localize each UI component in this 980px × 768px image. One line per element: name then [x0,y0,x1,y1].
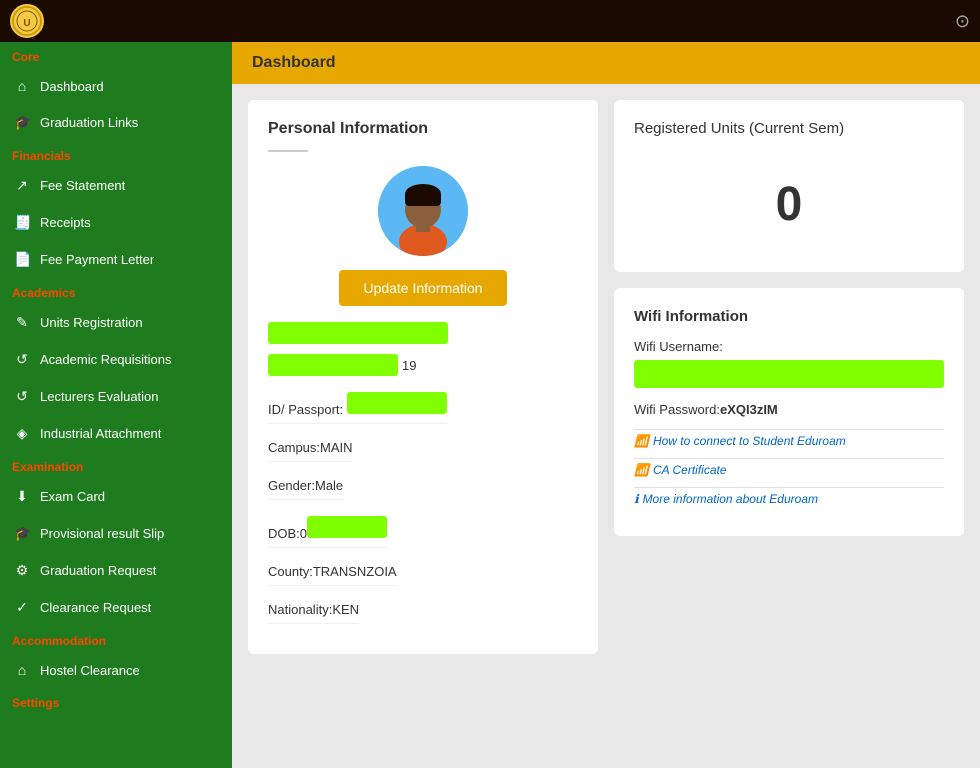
registered-units-value: 0 [634,157,944,252]
campus-value: MAIN [320,440,353,455]
sidebar-item-units-registration[interactable]: ✎ Units Registration [0,304,232,341]
dob-row: DOB:0 [268,510,387,548]
sidebar-item-exam-card[interactable]: ⬇ Exam Card [0,478,232,515]
nationality-value: KEN [332,602,359,617]
year-field: 19 [268,354,578,376]
wifi-password-row: Wifi Password:eXQI3zIM [634,402,944,417]
gender-label: Gender: [268,478,315,493]
wifi-title: Wifi Information [634,308,944,325]
id-passport-redacted [347,392,447,414]
sidebar-toggle-icon[interactable]: ⊙ [955,11,970,32]
divider2 [634,458,944,459]
county-label: County: [268,564,313,579]
wifi-signal-icon2: 📶 [634,463,649,477]
sidebar: Core ⌂ Dashboard 🎓 Graduation Links Fina… [0,42,232,768]
year-suffix: 19 [402,358,416,373]
main-layout: Core ⌂ Dashboard 🎓 Graduation Links Fina… [0,42,980,768]
sidebar-item-clearance-request[interactable]: ✓ Clearance Request [0,589,232,626]
dob-redacted [307,516,387,538]
edit-icon: ✎ [14,314,30,331]
attachment-icon: ◈ [14,425,30,442]
sidebar-item-dashboard[interactable]: ⌂ Dashboard [0,68,232,104]
sidebar-section-financials: Financials [0,141,232,167]
logo: U [10,4,44,38]
content-area: Dashboard Personal Information [232,42,980,768]
campus-label: Campus: [268,440,320,455]
top-bar: U ⊙ [0,0,980,42]
wifi-username-label: Wifi Username: [634,339,944,354]
sidebar-item-academic-requisitions[interactable]: ↺ Academic Requisitions [0,341,232,378]
sidebar-item-graduation-links[interactable]: 🎓 Graduation Links [0,104,232,141]
sidebar-section-examination: Examination [0,452,232,478]
wifi-signal-icon: 📶 [634,434,649,448]
document-icon: 📄 [14,251,30,268]
download-icon: ⬇ [14,488,30,505]
sidebar-item-provisional-result-slip[interactable]: 🎓 Provisional result Slip [0,515,232,552]
sidebar-item-hostel-clearance[interactable]: ⌂ Hostel Clearance [0,652,232,688]
wifi-username-redacted [634,360,944,388]
nationality-label: Nationality: [268,602,332,617]
refresh-icon: ↺ [14,351,30,368]
right-column: Registered Units (Current Sem) 0 Wifi In… [614,100,964,752]
dob-prefix: 0 [300,526,307,541]
dob-label: DOB: [268,526,300,541]
ca-certificate-link[interactable]: 📶 CA Certificate [634,463,944,477]
sidebar-section-academics: Academics [0,278,232,304]
name-redacted [268,322,448,344]
name-field [268,322,578,344]
sidebar-item-fee-statement[interactable]: ↗ Fee Statement [0,167,232,204]
update-information-button[interactable]: Update Information [339,270,506,306]
eduroam-connect-link[interactable]: 📶 How to connect to Student Eduroam [634,434,944,448]
wifi-info-card: Wifi Information Wifi Username: Wifi Pas… [614,288,964,536]
sidebar-section-core: Core [0,42,232,68]
sidebar-item-industrial-attachment[interactable]: ◈ Industrial Attachment [0,415,232,452]
gear-icon: ⚙ [14,562,30,579]
more-info-eduroam-link[interactable]: ℹ More information about Eduroam [634,492,944,506]
left-column: Personal Information [248,100,598,752]
year-redacted [268,354,398,376]
svg-text:U: U [23,18,30,29]
dashboard-header: Dashboard [232,42,980,84]
info-icon: ℹ [634,492,639,506]
divider3 [634,487,944,488]
check-icon: ✓ [14,599,30,616]
campus-row: Campus:MAIN [268,434,353,462]
graduation-icon: 🎓 [14,114,30,131]
id-passport-row: ID/ Passport: [268,386,447,424]
home-icon: ⌂ [14,78,30,94]
wifi-password-label: Wifi Password: [634,402,720,417]
sidebar-item-graduation-request[interactable]: ⚙ Graduation Request [0,552,232,589]
gender-value: Male [315,478,343,493]
avatar-container [378,166,468,256]
id-passport-label: ID/ Passport: [268,402,343,417]
hostel-icon: ⌂ [14,662,30,678]
registered-units-title: Registered Units (Current Sem) [634,120,944,137]
fee-statement-icon: ↗ [14,177,30,194]
sidebar-section-settings: Settings [0,688,232,714]
eval-icon: ↺ [14,388,30,405]
sidebar-item-receipts[interactable]: 🧾 Receipts [0,204,232,241]
content-body: Personal Information [232,84,980,768]
personal-info-title: Personal Information [268,120,428,138]
wifi-password-value: eXQI3zIM [720,402,778,417]
personal-info-card: Personal Information [248,100,598,654]
county-value: TRANSNZOIA [313,564,397,579]
registered-units-card: Registered Units (Current Sem) 0 [614,100,964,272]
divider1 [634,429,944,430]
nationality-row: Nationality:KEN [268,596,359,624]
sidebar-section-accommodation: Accommodation [0,626,232,652]
sidebar-item-fee-payment-letter[interactable]: 📄 Fee Payment Letter [0,241,232,278]
page-title: Dashboard [252,54,336,71]
gender-row: Gender:Male [268,472,343,500]
county-row: County:TRANSNZOIA [268,558,397,586]
avatar [378,166,468,256]
divider [268,150,308,152]
result-icon: 🎓 [14,525,30,542]
sidebar-item-lecturers-evaluation[interactable]: ↺ Lecturers Evaluation [0,378,232,415]
receipts-icon: 🧾 [14,214,30,231]
